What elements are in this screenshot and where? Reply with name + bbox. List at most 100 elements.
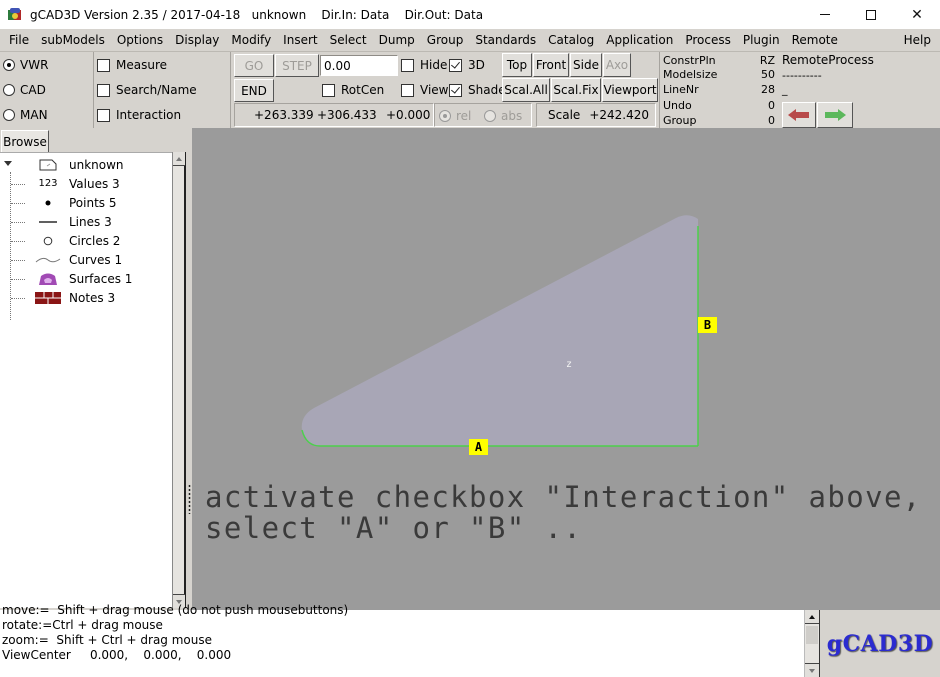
triangular-surface[interactable] [301, 215, 698, 446]
collapse-triangle-icon[interactable] [4, 161, 12, 166]
menu-group[interactable]: Group [421, 29, 470, 51]
edge-label-b[interactable]: B [698, 317, 717, 333]
info-value-constrpln: RZ [759, 54, 775, 67]
mode-vwr-radio[interactable]: VWR [3, 58, 48, 72]
scale-fix-button[interactable]: Scal.Fix [551, 78, 601, 102]
step-button[interactable]: STEP [275, 54, 319, 77]
menu-catalog[interactable]: Catalog [542, 29, 600, 51]
coord-x: +263.339 [254, 108, 314, 122]
info-value-modelsize: 50 [761, 68, 775, 81]
mode-cad-radio[interactable]: CAD [3, 83, 46, 97]
scroll-down-button[interactable] [805, 663, 819, 677]
divider [659, 52, 660, 128]
end-button[interactable]: END [234, 79, 274, 102]
tree-item-label: Curves 1 [69, 252, 123, 267]
pane-resize-handle[interactable] [188, 484, 191, 514]
hide-checkbox[interactable]: Hide [401, 58, 447, 72]
toolbar: VWR CAD MAN Measure Search/Name Interact… [0, 52, 940, 128]
interaction-label: Interaction [116, 108, 182, 122]
point-icon [34, 195, 62, 211]
tree-item-curves[interactable]: Curves 1 [0, 250, 170, 269]
rel-radio[interactable]: rel [439, 109, 471, 123]
tree-item-label: Notes 3 [69, 290, 116, 305]
scroll-up-button[interactable] [173, 152, 185, 166]
message-scrollbar[interactable] [804, 610, 820, 677]
edge-label-a[interactable]: A [469, 439, 488, 455]
logo-area: gCAD3D [820, 610, 940, 677]
menu-help[interactable]: Help [898, 29, 937, 51]
divider [230, 52, 231, 128]
line-icon [34, 214, 62, 230]
side-view-button[interactable]: Side [570, 53, 602, 77]
tree-scrollbar[interactable] [172, 152, 186, 608]
3d-checkbox[interactable]: 3D [449, 58, 485, 72]
remote-process-label: RemoteProcess [782, 53, 874, 67]
circle-icon [34, 233, 62, 249]
menu-plugin[interactable]: Plugin [737, 29, 786, 51]
scroll-up-button[interactable] [805, 610, 819, 624]
view-label: View [420, 83, 449, 97]
menu-application[interactable]: Application [600, 29, 679, 51]
interaction-checkbox[interactable]: Interaction [97, 108, 181, 122]
app-logo-icon [8, 7, 22, 22]
menu-options[interactable]: Options [111, 29, 169, 51]
tree-item-circles[interactable]: Circles 2 [0, 231, 170, 250]
maximize-button[interactable] [848, 0, 894, 29]
menu-insert[interactable]: Insert [277, 29, 323, 51]
view-checkbox[interactable]: View [401, 83, 448, 97]
search-name-checkbox[interactable]: Search/Name [97, 83, 197, 97]
maximize-icon [866, 9, 876, 20]
mode-man-label: MAN [20, 108, 48, 122]
rotcen-checkbox[interactable]: RotCen [322, 83, 384, 97]
arrow-right-icon [825, 109, 846, 121]
shade-checkbox[interactable]: Shade [449, 83, 506, 97]
arrow-up-icon [176, 156, 182, 161]
minimize-button[interactable] [802, 0, 848, 29]
viewport-button[interactable]: Viewport [602, 78, 658, 102]
coord-z: +0.000 [386, 108, 431, 122]
top-view-button[interactable]: Top [502, 53, 532, 77]
undo-back-button[interactable] [782, 102, 816, 128]
axo-view-button[interactable]: Axo [603, 53, 631, 77]
3d-viewport[interactable]: z A B activate checkbox "Interaction" ab… [192, 128, 940, 610]
step-value-input[interactable]: 0.00 [320, 55, 398, 76]
go-button[interactable]: GO [234, 54, 274, 77]
tree-item-lines[interactable]: Lines 3 [0, 212, 170, 231]
tree-item-points[interactable]: Points 5 [0, 193, 170, 212]
menu-standards[interactable]: Standards [469, 29, 542, 51]
front-view-button[interactable]: Front [533, 53, 569, 77]
scale-display: Scale +242.420 [536, 103, 656, 127]
scroll-thumb[interactable] [806, 626, 818, 644]
tree-root[interactable]: unknown [0, 155, 170, 174]
redo-forward-button[interactable] [817, 102, 853, 128]
tab-browse[interactable]: Browse [1, 130, 49, 152]
tree-item-label: Surfaces 1 [69, 271, 133, 286]
menu-remote[interactable]: Remote [786, 29, 844, 51]
abs-radio[interactable]: abs [484, 109, 522, 123]
info-label-constrpln: ConstrPln [663, 54, 716, 67]
info-value-undo: 0 [768, 99, 775, 112]
close-button[interactable]: ✕ [894, 0, 940, 29]
menu-submodels[interactable]: subModels [35, 29, 111, 51]
tree-item-values[interactable]: 123 Values 3 [0, 174, 170, 193]
menu-display[interactable]: Display [169, 29, 225, 51]
menu-select[interactable]: Select [324, 29, 373, 51]
menu-file[interactable]: File [0, 29, 35, 51]
tree-item-surfaces[interactable]: Surfaces 1 [0, 269, 170, 288]
menu-modify[interactable]: Modify [225, 29, 277, 51]
info-label-modelsize: Modelsize [663, 68, 718, 81]
model-icon [34, 157, 62, 173]
title-bar: gCAD3D Version 2.35 / 2017-04-18 unknown… [0, 0, 940, 29]
mode-vwr-label: VWR [20, 58, 49, 72]
abs-label: abs [501, 109, 523, 123]
info-value-group: 0 [768, 114, 775, 127]
menu-dump[interactable]: Dump [373, 29, 421, 51]
menu-process[interactable]: Process [679, 29, 737, 51]
message-line: zoom:= Shift + Ctrl + drag mouse [2, 633, 212, 647]
measure-checkbox[interactable]: Measure [97, 58, 167, 72]
close-icon: ✕ [911, 6, 923, 23]
scale-all-button[interactable]: Scal.All [502, 78, 550, 102]
mode-man-radio[interactable]: MAN [3, 108, 48, 122]
tree-item-notes[interactable]: Notes 3 [0, 288, 170, 307]
values-123-icon: 123 [38, 178, 58, 189]
